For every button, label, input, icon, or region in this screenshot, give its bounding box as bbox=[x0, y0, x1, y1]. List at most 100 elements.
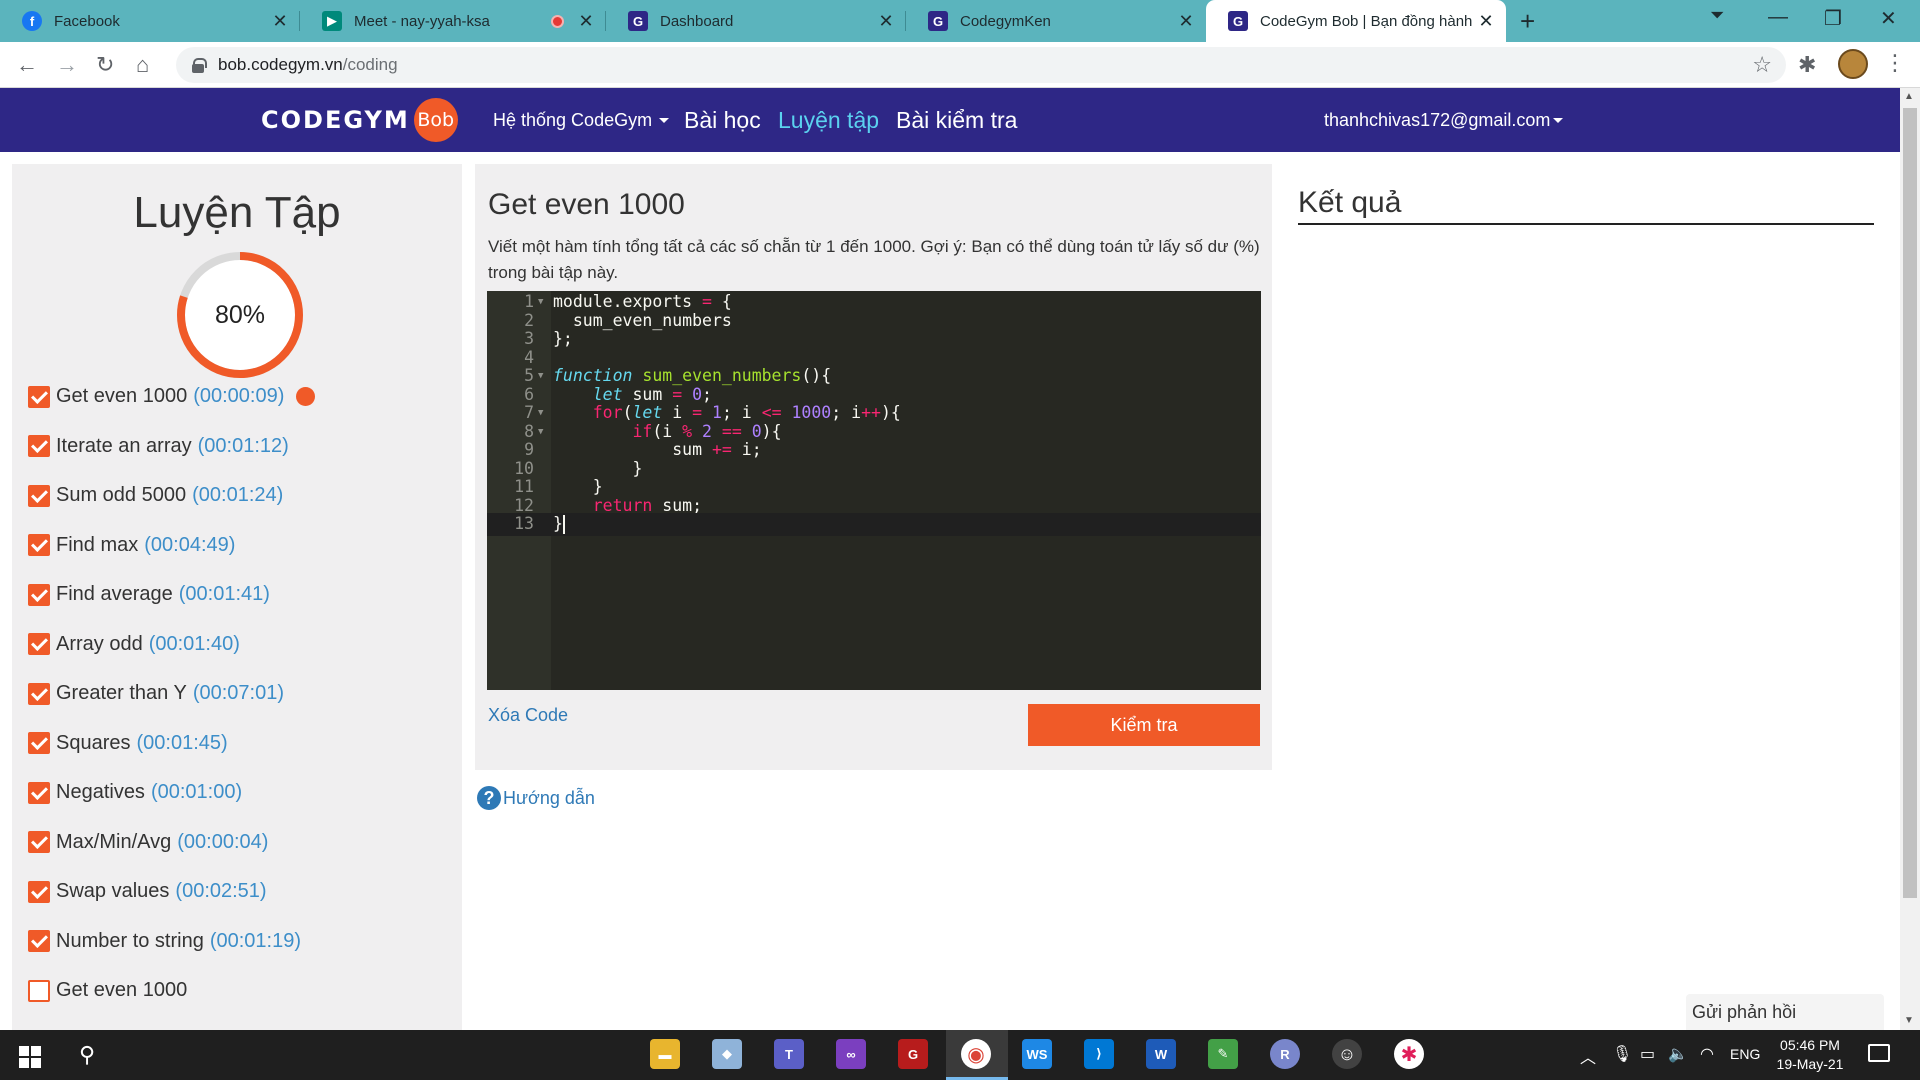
user-menu-dropdown[interactable]: thanhchivas172@gmail.com bbox=[1324, 88, 1564, 152]
taskbar-clock[interactable]: 05:46 PM 19-May-21 bbox=[1770, 1036, 1850, 1074]
exercise-item[interactable]: Iterate an array (00:01:12) bbox=[28, 422, 458, 472]
exercise-item[interactable]: Negatives (00:01:00) bbox=[28, 768, 458, 818]
scroll-down-arrow-icon[interactable]: ▼ bbox=[1904, 1015, 1914, 1026]
r-app-icon[interactable]: R bbox=[1270, 1039, 1300, 1069]
exercise-name[interactable]: Find average bbox=[56, 583, 173, 606]
sticky-app-icon[interactable]: ✎ bbox=[1208, 1039, 1238, 1069]
scrollbar-thumb[interactable] bbox=[1903, 108, 1917, 898]
exercise-item[interactable]: Sum odd 5000 (00:01:24) bbox=[28, 471, 458, 521]
teams-icon[interactable]: T bbox=[774, 1039, 804, 1069]
close-icon[interactable]: ✕ bbox=[270, 11, 290, 32]
guide-link[interactable]: ? Hướng dẫn bbox=[477, 786, 595, 810]
exercise-checkbox[interactable] bbox=[28, 385, 50, 408]
exercise-checkbox[interactable] bbox=[28, 682, 50, 705]
tab-dashboard[interactable]: G Dashboard ✕ bbox=[606, 0, 906, 42]
menu-kebab-icon[interactable]: ⋮ bbox=[1884, 50, 1906, 76]
exercise-checkbox[interactable] bbox=[28, 583, 50, 606]
chrome-icon[interactable]: ◉ bbox=[961, 1039, 991, 1069]
scroll-up-arrow-icon[interactable]: ▲ bbox=[1904, 91, 1914, 102]
exercise-item[interactable]: Get even 1000 bbox=[28, 966, 458, 1016]
cube-app-icon[interactable]: ◆ bbox=[712, 1039, 742, 1069]
exercise-item[interactable]: Array odd (00:01:40) bbox=[28, 620, 458, 670]
exercise-checkbox[interactable] bbox=[28, 930, 50, 953]
home-icon[interactable]: ⌂ bbox=[136, 52, 149, 78]
window-close-icon[interactable]: ✕ bbox=[1880, 6, 1897, 31]
wifi-icon[interactable]: ◠ bbox=[1700, 1044, 1714, 1064]
exercise-checkbox[interactable] bbox=[28, 732, 50, 755]
forward-icon[interactable]: → bbox=[56, 52, 78, 78]
exercise-name[interactable]: Max/Min/Avg bbox=[56, 831, 171, 854]
windows-start-icon[interactable] bbox=[19, 1046, 41, 1068]
exercise-name[interactable]: Sum odd 5000 bbox=[56, 484, 186, 507]
exercise-checkbox[interactable] bbox=[28, 534, 50, 557]
visual-studio-icon[interactable]: ∞ bbox=[836, 1039, 866, 1069]
webstorm-icon[interactable]: WS bbox=[1022, 1039, 1052, 1069]
exercise-item[interactable]: Find average (00:01:41) bbox=[28, 570, 458, 620]
exercise-checkbox[interactable] bbox=[28, 880, 50, 903]
exercise-checkbox[interactable] bbox=[28, 435, 50, 458]
vscode-icon[interactable]: ⟩ bbox=[1084, 1039, 1114, 1069]
tab-meet[interactable]: ▶ Meet - nay-yyah-ksa ✕ bbox=[300, 0, 606, 42]
emoji-app-icon[interactable]: ☺ bbox=[1332, 1039, 1362, 1069]
codegym-bob-logo[interactable]: CODEGYM Bob bbox=[261, 98, 458, 142]
exercise-name[interactable]: Get even 1000 bbox=[56, 979, 187, 1002]
exercise-item[interactable]: Squares (00:01:45) bbox=[28, 719, 458, 769]
exercise-name[interactable]: Negatives bbox=[56, 781, 145, 804]
restore-icon[interactable]: ❐ bbox=[1824, 6, 1842, 31]
exercise-name[interactable]: Number to string bbox=[56, 930, 204, 953]
exercise-name[interactable]: Get even 1000 bbox=[56, 385, 187, 408]
exercise-name[interactable]: Greater than Y bbox=[56, 682, 187, 705]
new-tab-button[interactable]: + bbox=[1520, 6, 1535, 37]
exercise-item[interactable]: Get even 1000 (00:00:09) bbox=[28, 372, 458, 422]
microphone-icon[interactable]: 🎙 bbox=[1612, 1044, 1632, 1064]
tab-search-icon[interactable]: ⏷ bbox=[1710, 5, 1724, 26]
minimize-icon[interactable]: — bbox=[1768, 6, 1788, 29]
exercise-name[interactable]: Find max bbox=[56, 534, 138, 557]
notifications-icon[interactable] bbox=[1868, 1044, 1890, 1062]
search-icon[interactable]: ⚲ bbox=[79, 1042, 95, 1068]
garena-icon[interactable]: G bbox=[898, 1039, 928, 1069]
close-icon[interactable]: ✕ bbox=[576, 11, 596, 32]
reload-icon[interactable]: ↻ bbox=[96, 52, 114, 78]
tab-facebook[interactable]: f Facebook ✕ bbox=[0, 0, 300, 42]
nav-lessons[interactable]: Bài học bbox=[684, 88, 761, 152]
url-input[interactable]: bob.codegym.vn/coding ☆ bbox=[176, 47, 1786, 83]
exercise-item[interactable]: Find max (00:04:49) bbox=[28, 521, 458, 571]
language-indicator[interactable]: ENG bbox=[1730, 1046, 1760, 1062]
volume-icon[interactable]: 🔈 bbox=[1668, 1044, 1688, 1064]
battery-icon[interactable]: ▭ bbox=[1640, 1044, 1655, 1064]
file-explorer-icon[interactable]: ▬ bbox=[650, 1039, 680, 1069]
nav-tests[interactable]: Bài kiểm tra bbox=[896, 88, 1017, 152]
nav-system-dropdown[interactable]: Hệ thống CodeGym bbox=[493, 88, 670, 152]
exercise-item[interactable]: Swap values (00:02:51) bbox=[28, 867, 458, 917]
slack-icon[interactable]: ✱ bbox=[1394, 1039, 1424, 1069]
close-icon[interactable]: ✕ bbox=[1176, 11, 1196, 32]
tab-codegymken[interactable]: G CodegymKen ✕ bbox=[906, 0, 1206, 42]
check-button[interactable]: Kiểm tra bbox=[1028, 704, 1260, 746]
profile-avatar[interactable] bbox=[1838, 49, 1868, 79]
code-editor[interactable]: 1 ▼ module.exports = {2 sum_even_numbers 3}… bbox=[487, 291, 1261, 690]
tab-codegym-bob[interactable]: G CodeGym Bob | Bạn đồng hành c ✕ bbox=[1206, 0, 1506, 42]
close-icon[interactable]: ✕ bbox=[1476, 11, 1496, 32]
exercise-item[interactable]: Greater than Y (00:07:01) bbox=[28, 669, 458, 719]
nav-practice[interactable]: Luyện tập bbox=[778, 88, 879, 152]
exercise-checkbox[interactable] bbox=[28, 831, 50, 854]
exercise-item[interactable]: Max/Min/Avg (00:00:04) bbox=[28, 818, 458, 868]
clear-code-link[interactable]: Xóa Code bbox=[488, 705, 568, 726]
back-icon[interactable]: ← bbox=[16, 52, 38, 78]
close-icon[interactable]: ✕ bbox=[876, 11, 896, 32]
tray-chevron-icon[interactable]: ︿ bbox=[1580, 1044, 1596, 1068]
exercise-name[interactable]: Swap values bbox=[56, 880, 169, 903]
exercise-checkbox[interactable] bbox=[28, 633, 50, 656]
exercise-name[interactable]: Squares bbox=[56, 732, 131, 755]
exercise-item[interactable]: Number to string (00:01:19) bbox=[28, 917, 458, 967]
extensions-icon[interactable]: ✱ bbox=[1798, 52, 1816, 78]
exercise-name[interactable]: Iterate an array bbox=[56, 435, 192, 458]
word-icon[interactable]: W bbox=[1146, 1039, 1176, 1069]
exercise-checkbox[interactable] bbox=[28, 781, 50, 804]
bookmark-star-icon[interactable]: ☆ bbox=[1752, 52, 1772, 78]
feedback-button[interactable]: Gửi phản hồi bbox=[1686, 994, 1884, 1030]
exercise-name[interactable]: Array odd bbox=[56, 633, 143, 656]
exercise-checkbox[interactable] bbox=[28, 979, 50, 1002]
exercise-checkbox[interactable] bbox=[28, 484, 50, 507]
